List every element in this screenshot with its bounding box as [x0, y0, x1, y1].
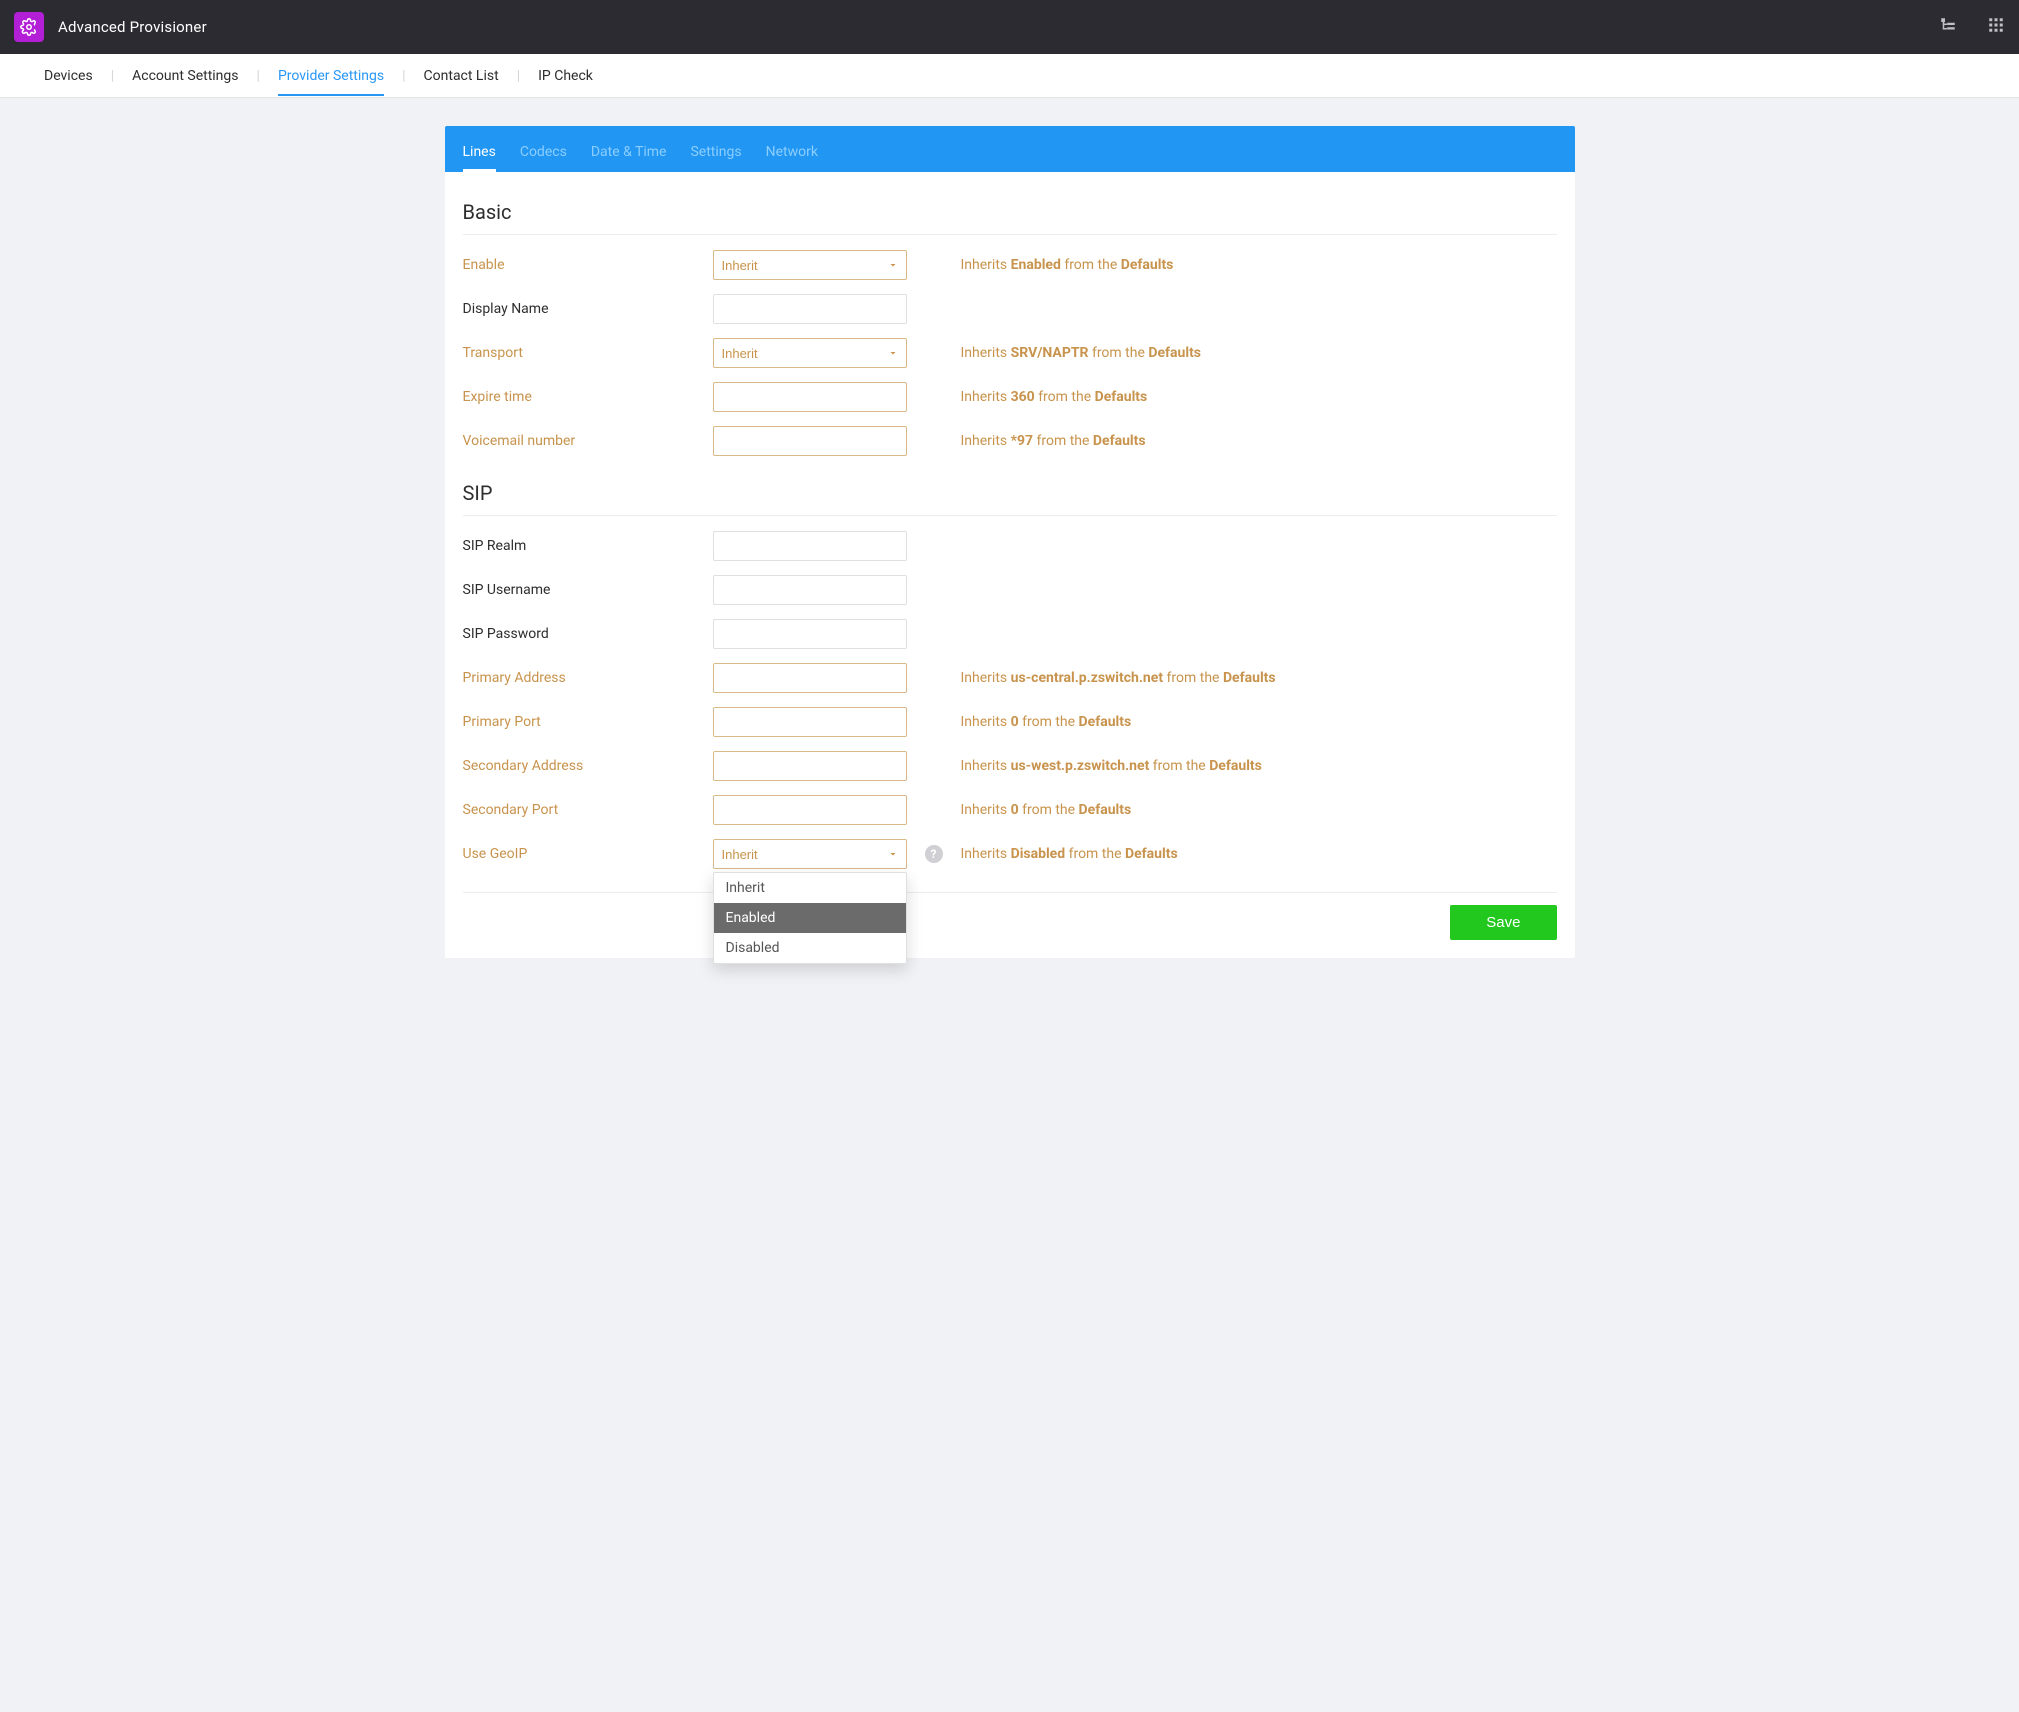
hint-primary-address: Inherits us-central.p.zswitch.net from t… [961, 670, 1557, 686]
label-sip-realm: SIP Realm [463, 538, 713, 554]
footer: Save [463, 905, 1557, 940]
geoip-dropdown: Inherit Enabled Disabled [713, 872, 907, 964]
label-use-geoip: Use GeoIP [463, 846, 713, 862]
gear-icon [20, 18, 38, 36]
section-title-sip: SIP [463, 481, 1557, 505]
sub-tabs: Lines Codecs Date & Time Settings Networ… [445, 126, 1575, 172]
label-primary-address: Primary Address [463, 670, 713, 686]
row-enable: Enable Inherit Inherits Enabled from the… [463, 243, 1557, 287]
row-sip-realm: SIP Realm [463, 524, 1557, 568]
topbar: Advanced Provisioner [0, 0, 2019, 54]
nav-divider: | [257, 68, 260, 84]
row-expire: Expire time Inherits 360 from the Defaul… [463, 375, 1557, 419]
sip-password-input[interactable] [713, 619, 907, 649]
dropdown-option-disabled[interactable]: Disabled [714, 933, 906, 963]
nav-ip-check[interactable]: IP Check [538, 56, 593, 96]
row-secondary-address: Secondary Address Inherits us-west.p.zsw… [463, 744, 1557, 788]
hint-secondary-port: Inherits 0 from the Defaults [961, 802, 1557, 818]
select-wrap-transport: Inherit [713, 338, 907, 368]
topbar-right [1939, 16, 2005, 38]
select-wrap-enable: Inherit [713, 250, 907, 280]
nav-provider-settings[interactable]: Provider Settings [278, 56, 384, 96]
sip-realm-input[interactable] [713, 531, 907, 561]
label-enable: Enable [463, 257, 713, 273]
dropdown-option-enabled[interactable]: Enabled [714, 903, 906, 933]
row-voicemail: Voicemail number Inherits *97 from the D… [463, 419, 1557, 463]
row-display-name: Display Name [463, 287, 1557, 331]
label-primary-port: Primary Port [463, 714, 713, 730]
footer-rule [463, 892, 1557, 893]
hint-secondary-address: Inherits us-west.p.zswitch.net from the … [961, 758, 1557, 774]
tab-settings[interactable]: Settings [690, 130, 741, 172]
display-name-input[interactable] [713, 294, 907, 324]
app-title: Advanced Provisioner [58, 18, 207, 36]
tab-network[interactable]: Network [766, 130, 818, 172]
nav-divider: | [111, 68, 114, 84]
tab-lines[interactable]: Lines [463, 130, 496, 172]
hint-geoip: Inherits Disabled from the Defaults [961, 846, 1557, 862]
primary-address-input[interactable] [713, 663, 907, 693]
tab-codecs[interactable]: Codecs [520, 130, 567, 172]
secondary-port-input[interactable] [713, 795, 907, 825]
label-voicemail: Voicemail number [463, 433, 713, 449]
section-rule [463, 234, 1557, 235]
hint-primary-port: Inherits 0 from the Defaults [961, 714, 1557, 730]
top-nav: Devices | Account Settings | Provider Se… [0, 54, 2019, 98]
row-primary-port: Primary Port Inherits 0 from the Default… [463, 700, 1557, 744]
hint-voicemail: Inherits *97 from the Defaults [961, 433, 1557, 449]
expire-input[interactable] [713, 382, 907, 412]
save-button[interactable]: Save [1450, 905, 1556, 940]
label-secondary-address: Secondary Address [463, 758, 713, 774]
select-wrap-geoip: Inherit Inherit Enabled Disabled [713, 839, 907, 869]
hint-transport: Inherits SRV/NAPTR from the Defaults [961, 345, 1557, 361]
label-display-name: Display Name [463, 301, 713, 317]
help-icon[interactable]: ? [925, 845, 943, 863]
hierarchy-icon[interactable] [1939, 16, 1957, 38]
app-icon [14, 12, 44, 42]
sip-username-input[interactable] [713, 575, 907, 605]
row-sip-password: SIP Password [463, 612, 1557, 656]
row-sip-username: SIP Username [463, 568, 1557, 612]
dropdown-option-inherit[interactable]: Inherit [714, 873, 906, 903]
section-rule [463, 515, 1557, 516]
label-secondary-port: Secondary Port [463, 802, 713, 818]
nav-devices[interactable]: Devices [44, 56, 93, 96]
transport-select[interactable]: Inherit [713, 338, 907, 368]
label-expire: Expire time [463, 389, 713, 405]
label-sip-password: SIP Password [463, 626, 713, 642]
settings-card: Basic Enable Inherit Inherits Enabled fr… [445, 172, 1575, 958]
geoip-select[interactable]: Inherit [713, 839, 907, 869]
voicemail-input[interactable] [713, 426, 907, 456]
row-transport: Transport Inherit Inherits SRV/NAPTR fro… [463, 331, 1557, 375]
hint-enable: Inherits Enabled from the Defaults [961, 257, 1557, 273]
secondary-address-input[interactable] [713, 751, 907, 781]
nav-contact-list[interactable]: Contact List [424, 56, 499, 96]
enable-select[interactable]: Inherit [713, 250, 907, 280]
hint-expire: Inherits 360 from the Defaults [961, 389, 1557, 405]
page-container: Lines Codecs Date & Time Settings Networ… [445, 126, 1575, 958]
label-transport: Transport [463, 345, 713, 361]
label-sip-username: SIP Username [463, 582, 713, 598]
apps-grid-icon[interactable] [1987, 16, 2005, 38]
row-use-geoip: Use GeoIP Inherit Inherit Enabled Disabl… [463, 832, 1557, 876]
nav-divider: | [517, 68, 520, 84]
primary-port-input[interactable] [713, 707, 907, 737]
nav-divider: | [402, 68, 405, 84]
tab-datetime[interactable]: Date & Time [591, 130, 667, 172]
row-primary-address: Primary Address Inherits us-central.p.zs… [463, 656, 1557, 700]
section-title-basic: Basic [463, 200, 1557, 224]
nav-account-settings[interactable]: Account Settings [132, 56, 238, 96]
row-secondary-port: Secondary Port Inherits 0 from the Defau… [463, 788, 1557, 832]
